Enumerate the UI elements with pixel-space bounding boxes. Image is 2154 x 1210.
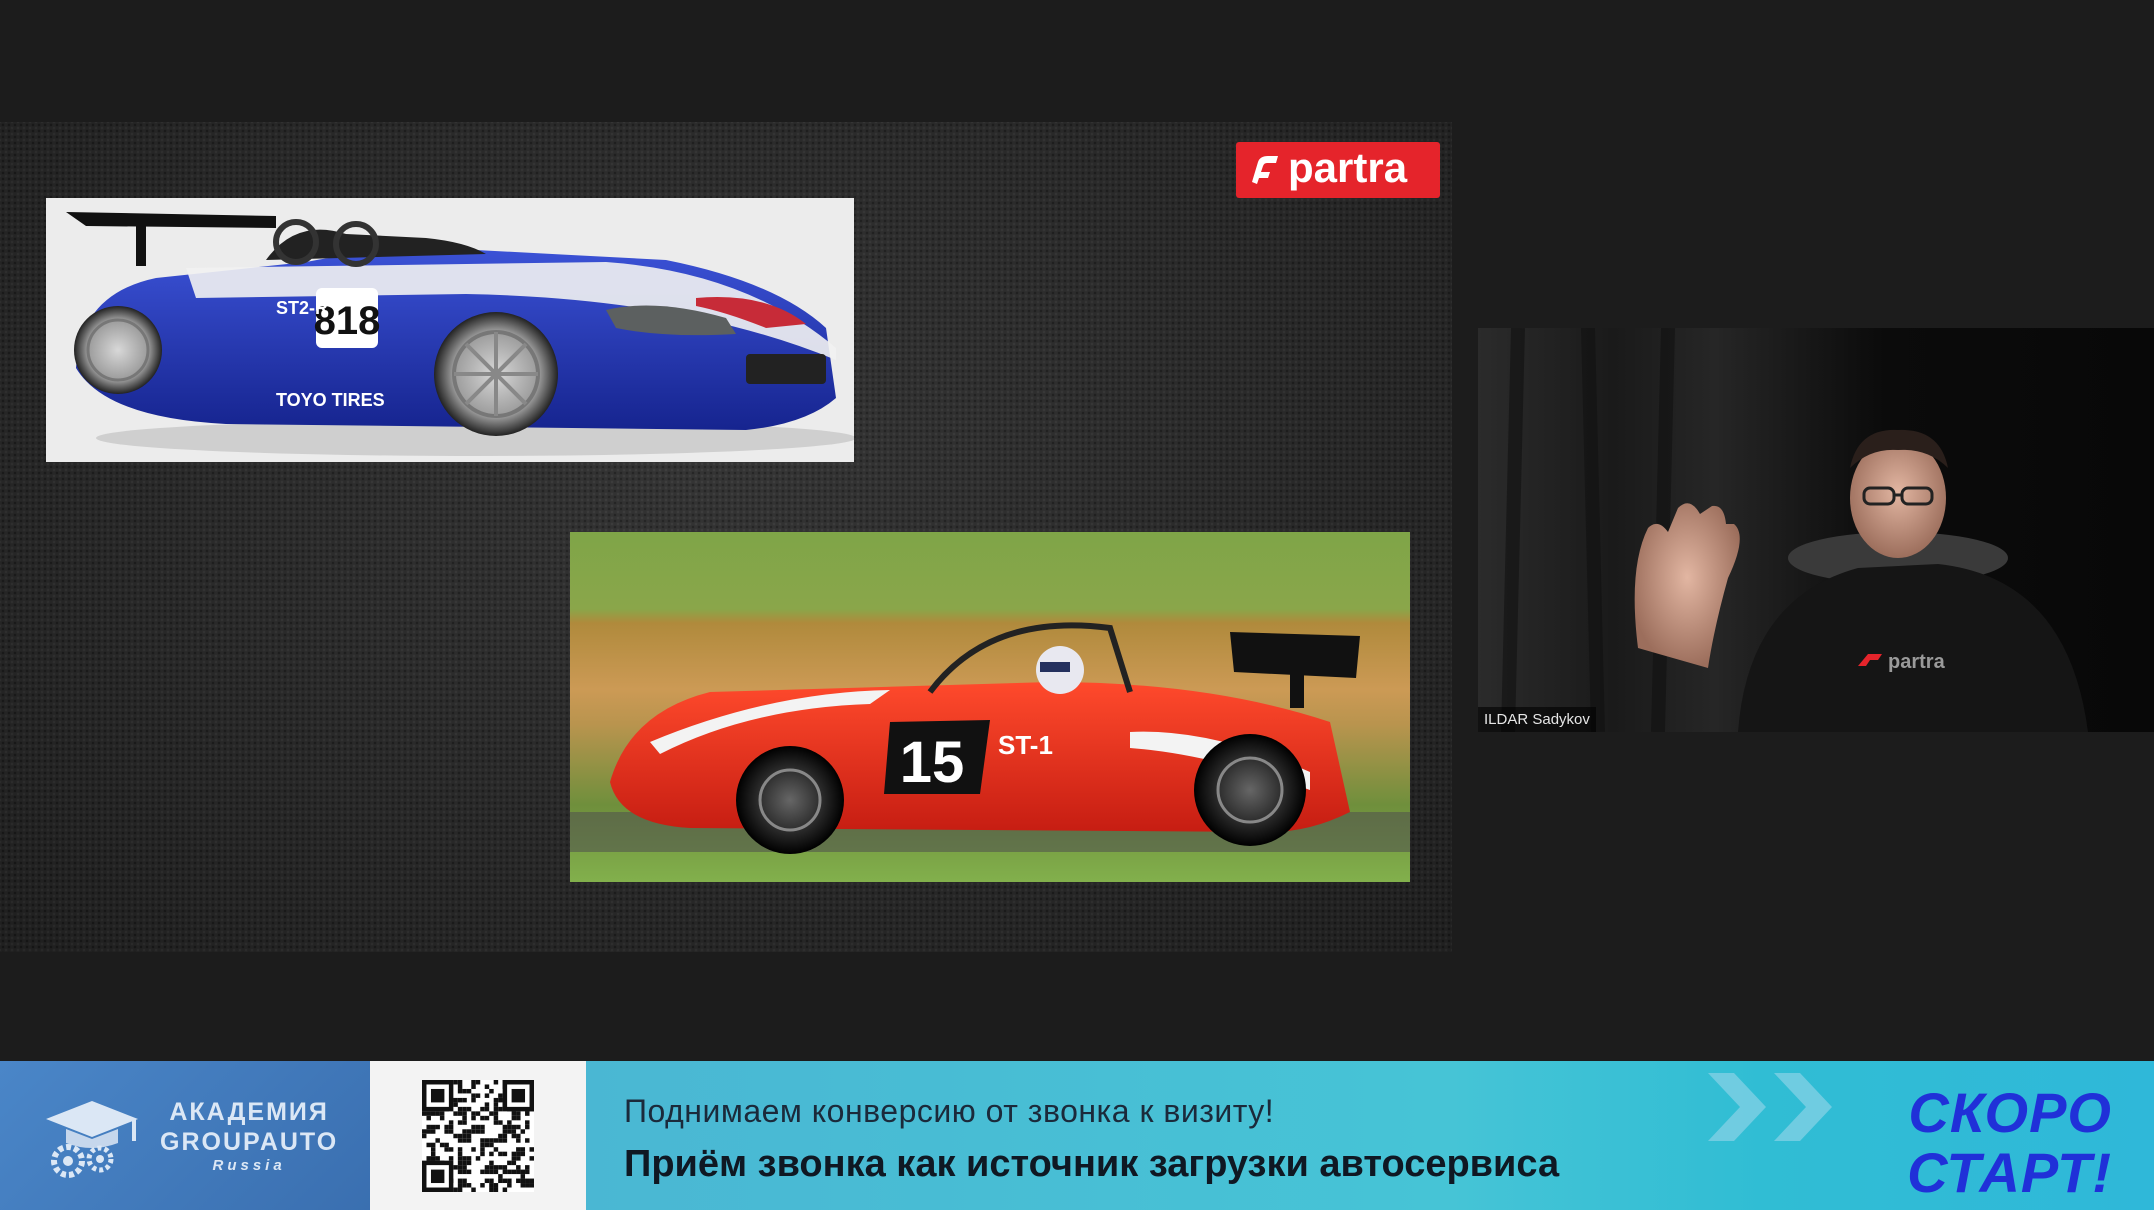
academy-line3: Russia xyxy=(212,1157,286,1174)
speaker-shirt-logo: partra xyxy=(1888,651,1946,673)
speaker-video-tile[interactable]: partra ILDAR Sadykov xyxy=(1478,328,2154,732)
partra-wordmark: partra xyxy=(1288,144,1408,191)
double-chevron-icon xyxy=(1708,1073,1832,1141)
webinar-headline: Поднимаем конверсию от звонка к визиту! … xyxy=(586,1061,2154,1210)
coming-soon-line1: СКОРО xyxy=(1908,1081,2112,1144)
red-car-number: 15 xyxy=(900,730,965,795)
webinar-subtitle: Поднимаем конверсию от звонка к визиту! xyxy=(624,1093,1275,1129)
presentation-slide: partra 818 ST2-R TOYO TIRES 15 ST-1 xyxy=(0,122,1452,952)
coming-soon-label: СКОРО СТАРТ! xyxy=(1907,1083,2112,1203)
academy-line2: GROUPAUTO xyxy=(160,1128,339,1156)
academy-line1: АКАДЕМИЯ xyxy=(169,1098,329,1126)
partra-mark-icon xyxy=(1252,156,1278,184)
academy-text: АКАДЕМИЯ GROUPAUTO Russia xyxy=(160,1097,338,1174)
qr-code[interactable] xyxy=(370,1061,586,1210)
academy-logo: АКАДЕМИЯ GROUPAUTO Russia xyxy=(0,1061,370,1210)
blue-car-class: ST2-R xyxy=(276,298,328,318)
partra-logo: partra xyxy=(1236,142,1440,198)
bottom-banner: АКАДЕМИЯ GROUPAUTO Russia Поднимаем конв… xyxy=(0,1061,2154,1210)
red-race-car-photo: 15 ST-1 xyxy=(570,532,1410,882)
blue-car-sponsor: TOYO TIRES xyxy=(276,390,385,410)
blue-race-car-photo: 818 ST2-R TOYO TIRES xyxy=(46,198,854,462)
red-car-class: ST-1 xyxy=(998,730,1053,760)
webinar-title: Приём звонка как источник загрузки автос… xyxy=(624,1143,1560,1185)
qr-code-icon xyxy=(422,1079,534,1192)
coming-soon-line2: СТАРТ! xyxy=(1907,1141,2112,1204)
speaker-name-label: ILDAR Sadykov xyxy=(1478,707,1596,732)
graduation-cap-gears-icon xyxy=(46,1100,138,1178)
speaker-video-frame: partra xyxy=(1478,328,2154,732)
